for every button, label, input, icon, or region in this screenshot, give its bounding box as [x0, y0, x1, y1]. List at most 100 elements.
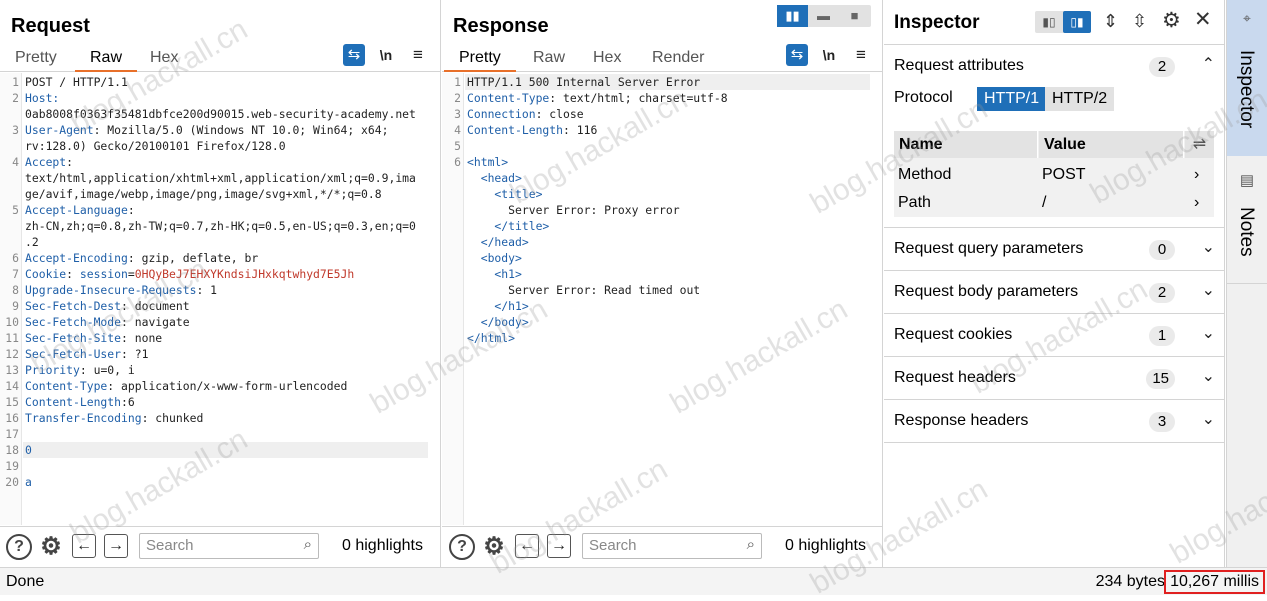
section-label: Request query parameters	[894, 240, 1084, 257]
settings-icon[interactable]: ⚙	[481, 534, 507, 560]
line-number	[442, 298, 461, 314]
collapse-all-icon[interactable]: ⇳	[1132, 11, 1147, 32]
tab-render[interactable]: Render	[637, 48, 719, 72]
tab-pretty[interactable]: Pretty	[0, 48, 72, 72]
tab-notes[interactable]: ▤ Notes	[1227, 157, 1267, 284]
show-newlines-icon[interactable]: \n	[818, 44, 840, 66]
code-line: </h1>	[467, 299, 529, 313]
expand-all-icon[interactable]: ⇕	[1103, 11, 1118, 32]
back-button[interactable]: ←	[72, 534, 96, 558]
inspector-section[interactable]: Request body parameters 2 ⌄	[884, 271, 1225, 314]
chevron-up-icon[interactable]: ⌃	[1202, 54, 1215, 74]
code-line: Accept-Encoding: gzip, deflate, br	[25, 251, 259, 265]
chevron-down-icon[interactable]: ⌄	[1202, 323, 1215, 343]
line-number: 4	[12, 155, 19, 169]
code-line: Connection: close	[467, 107, 584, 121]
chevron-down-icon[interactable]: ⌄	[1202, 409, 1215, 429]
protocol-http2[interactable]: HTTP/2	[1045, 87, 1115, 111]
word-wrap-icon[interactable]: ⇆	[786, 44, 808, 66]
code-line: User-Agent: Mozilla/5.0 (Windows NT 10.0…	[25, 123, 389, 137]
line-number	[442, 234, 461, 250]
show-newlines-icon[interactable]: \n	[375, 44, 397, 66]
count-badge: 1	[1149, 326, 1175, 346]
section-label: Request body parameters	[894, 283, 1079, 300]
filter-icon[interactable]: ⇌	[1185, 131, 1214, 158]
search-icon: ⌕	[303, 536, 312, 553]
line-number	[442, 330, 461, 346]
forward-button[interactable]: →	[547, 534, 571, 558]
settings-icon[interactable]: ⚙	[38, 534, 64, 560]
code-line: Accept:	[25, 155, 74, 169]
code-line: HTTP/1.1 500 Internal Server Error	[467, 75, 701, 89]
layout-left-icon[interactable]: ▮▯	[1035, 11, 1063, 33]
inspector-section[interactable]: Request query parameters 0 ⌄	[884, 228, 1225, 271]
response-editor[interactable]: 1 HTTP/1.1 500 Internal Server Error 2 Cont…	[442, 73, 882, 525]
chevron-down-icon[interactable]: ⌄	[1202, 237, 1215, 257]
menu-icon[interactable]: ≡	[850, 44, 872, 66]
inspector-icon: ⌖	[1243, 10, 1251, 26]
tab-raw[interactable]: Raw	[75, 48, 138, 72]
line-number: 9	[12, 299, 19, 313]
tab-pretty[interactable]: Pretty	[444, 48, 516, 72]
forward-button[interactable]: →	[104, 534, 128, 558]
code-line: POST / HTTP/1.1	[25, 75, 128, 89]
line-number	[0, 106, 19, 122]
chevron-down-icon[interactable]: ⌄	[1202, 366, 1215, 386]
response-time: 10,267 millis	[1164, 570, 1265, 594]
settings-icon[interactable]: ⚙	[1162, 8, 1181, 33]
search-input[interactable]: Search ⌕	[139, 533, 319, 559]
tab-hex[interactable]: Hex	[135, 48, 193, 72]
status-text: Done	[6, 573, 45, 590]
line-number	[442, 186, 461, 202]
chevron-down-icon[interactable]: ⌄	[1202, 280, 1215, 300]
menu-icon[interactable]: ≡	[407, 44, 429, 66]
code-line: Sec-Fetch-Site: none	[25, 331, 163, 345]
column-header-value: Value	[1039, 131, 1184, 158]
line-number: 19	[5, 459, 19, 473]
close-icon[interactable]: ✕	[1194, 7, 1212, 32]
request-editor[interactable]: 1 POST / HTTP/1.1 2 Host: 0ab8008f0363f35481…	[0, 73, 440, 525]
help-icon[interactable]: ?	[6, 534, 32, 560]
table-cell-name: Path	[898, 194, 931, 211]
table-cell-value: /	[1042, 194, 1047, 211]
search-icon: ⌕	[746, 536, 755, 553]
line-number: 1	[454, 75, 461, 89]
single-view-icon[interactable]: ■	[839, 5, 870, 27]
tab-hex[interactable]: Hex	[578, 48, 636, 72]
search-input[interactable]: Search ⌕	[582, 533, 762, 559]
code-line: Sec-Fetch-Mode: navigate	[25, 315, 190, 329]
table-cell-value: POST	[1042, 166, 1086, 183]
inspector-section[interactable]: Request cookies 1 ⌄	[884, 314, 1225, 357]
split-vertical-icon[interactable]: ▬	[808, 5, 839, 27]
inspector-section[interactable]: Request headers 15 ⌄	[884, 357, 1225, 400]
attributes-table: Name Value ⇌ Method POST › Path / ›	[894, 131, 1214, 217]
line-number	[442, 314, 461, 330]
response-tabs: Pretty Raw Hex Render	[442, 46, 882, 72]
highlights-count: 0 highlights	[342, 537, 423, 554]
layout-right-icon[interactable]: ▯▮	[1063, 11, 1091, 33]
tab-inspector[interactable]: ⌖ Inspector	[1227, 0, 1267, 156]
inspector-section[interactable]: Response headers 3 ⌄	[884, 400, 1225, 443]
code-line: Priority: u=0, i	[25, 363, 135, 377]
section-label: Request headers	[894, 369, 1016, 386]
chevron-right-icon[interactable]: ›	[1194, 190, 1199, 216]
code-line: </body>	[467, 315, 529, 329]
code-line: Content-Type: text/html; charset=utf-8	[467, 91, 728, 105]
line-number	[442, 218, 461, 234]
line-number: 6	[12, 251, 19, 265]
request-footer: ? ⚙ ← → Search ⌕ 0 highlights	[0, 526, 440, 567]
split-horizontal-icon[interactable]: ▮▮	[777, 5, 808, 27]
back-button[interactable]: ←	[515, 534, 539, 558]
line-number	[442, 202, 461, 218]
tab-raw[interactable]: Raw	[518, 48, 580, 72]
help-icon[interactable]: ?	[449, 534, 475, 560]
protocol-http1[interactable]: HTTP/1	[977, 87, 1047, 111]
code-line: <h1>	[467, 267, 522, 281]
code-line: Host:	[25, 91, 60, 105]
chevron-right-icon[interactable]: ›	[1194, 162, 1199, 188]
count-badge: 3	[1149, 412, 1175, 432]
code-line: </title>	[467, 219, 550, 233]
inspector-title: Inspector	[894, 12, 980, 33]
line-number: 5	[12, 203, 19, 217]
word-wrap-icon[interactable]: ⇆	[343, 44, 365, 66]
